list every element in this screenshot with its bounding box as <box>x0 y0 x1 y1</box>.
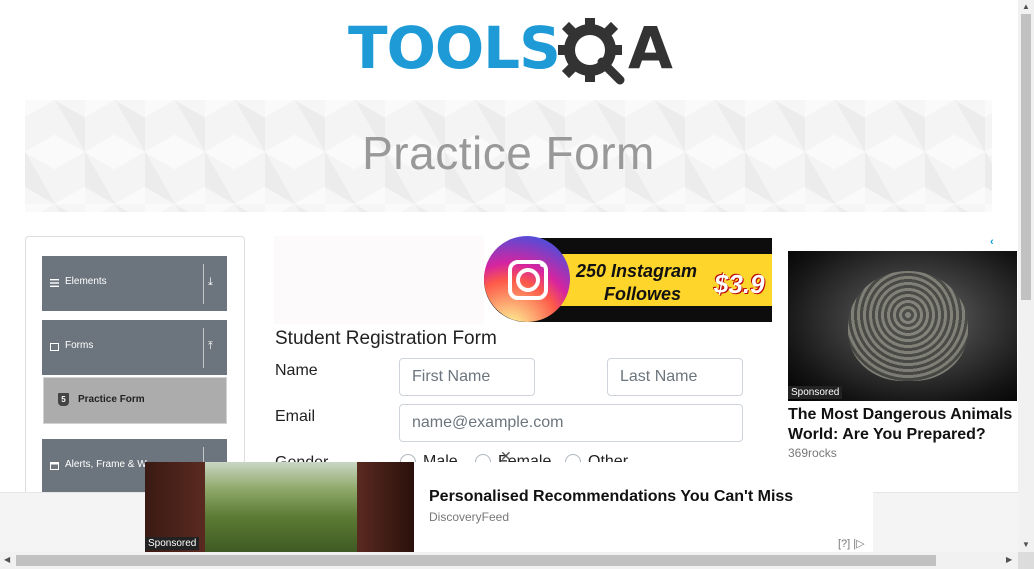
snake-image <box>788 251 1017 401</box>
instagram-icon <box>484 236 570 322</box>
close-icon[interactable]: ✕ <box>500 448 512 465</box>
sponsored-badge: Sponsored <box>145 537 200 550</box>
ad-line-1: 250 Instagram <box>576 261 698 281</box>
ad-headline[interactable]: Personalised Recommendations You Can't M… <box>429 488 793 506</box>
ad-price: $3.9 <box>714 269 765 299</box>
scrollbar-thumb[interactable] <box>16 555 936 566</box>
scroll-up-icon[interactable]: ▲ <box>1022 2 1030 11</box>
html5-icon: 5 <box>58 393 69 406</box>
logo-text-a: A <box>628 14 673 82</box>
scroll-right-icon[interactable]: ▶ <box>1006 555 1012 564</box>
gear-magnifier-icon <box>558 18 625 85</box>
sidebar-group-label: Forms <box>65 340 94 351</box>
toolsqa-logo[interactable]: TOOLS A <box>348 14 678 92</box>
instagram-ad[interactable]: 250 Instagram Followes $3.9 <box>274 236 774 324</box>
logo-text-tools: TOOLS <box>348 14 561 82</box>
ad-background <box>274 236 484 324</box>
sidebar-group-label: Elements <box>65 276 107 287</box>
adchoices-icon[interactable]: [?] |▷ <box>838 537 865 550</box>
scroll-down-icon[interactable]: ▼ <box>1022 540 1030 549</box>
first-name-input[interactable]: First Name <box>399 358 535 396</box>
sidebar-group-label: Alerts, Frame & W <box>65 459 147 470</box>
divider <box>203 264 204 304</box>
scroll-left-icon[interactable]: ◀ <box>4 555 10 564</box>
vertical-scrollbar[interactable]: ▲ ▼ <box>1018 0 1034 552</box>
sidebar-group-elements[interactable]: Elements ⤓ <box>42 256 227 311</box>
download-icon: ⤓ <box>208 276 213 288</box>
ad-source: DiscoveryFeed <box>429 510 510 524</box>
sidebar-item-label: Practice Form <box>78 394 145 405</box>
bottom-sponsored-ad[interactable]: Sponsored ✕ Personalised Recommendations… <box>145 448 873 552</box>
ad-headline[interactable]: The Most Dangerous Animals World: Are Yo… <box>788 405 1016 445</box>
adchoices-icon[interactable]: ‹ <box>990 236 994 248</box>
window-icon <box>50 462 60 473</box>
sidebar-item-practice-form[interactable]: 5 Practice Form <box>43 377 227 424</box>
form-title: Student Registration Form <box>275 328 497 349</box>
email-label: Email <box>275 408 316 425</box>
email-input[interactable]: name@example.com <box>399 404 743 442</box>
upload-icon: ⤒ <box>208 340 213 352</box>
divider <box>203 328 204 368</box>
hamburger-icon <box>50 343 60 354</box>
right-sponsored-ad[interactable]: ‹ Sponsored The Most Dangerous Animals W… <box>772 236 1018 492</box>
scrollbar-corner <box>1018 552 1034 569</box>
ad-source: 369rocks <box>788 446 837 460</box>
scrollbar-thumb[interactable] <box>1021 14 1031 300</box>
last-name-input[interactable]: Last Name <box>607 358 743 396</box>
ad-line-2: Followes <box>604 284 682 304</box>
horizontal-scrollbar[interactable]: ◀ ▶ <box>0 552 1018 569</box>
page-title: Practice Form <box>362 127 655 179</box>
sponsored-badge: Sponsored <box>788 386 843 399</box>
name-label: Name <box>275 362 318 379</box>
sidebar: Elements ⤓ Forms ⤒ 5 Practice Form Alert… <box>25 236 245 497</box>
hamburger-icon <box>50 279 60 290</box>
sidebar-group-forms[interactable]: Forms ⤒ <box>42 320 227 375</box>
